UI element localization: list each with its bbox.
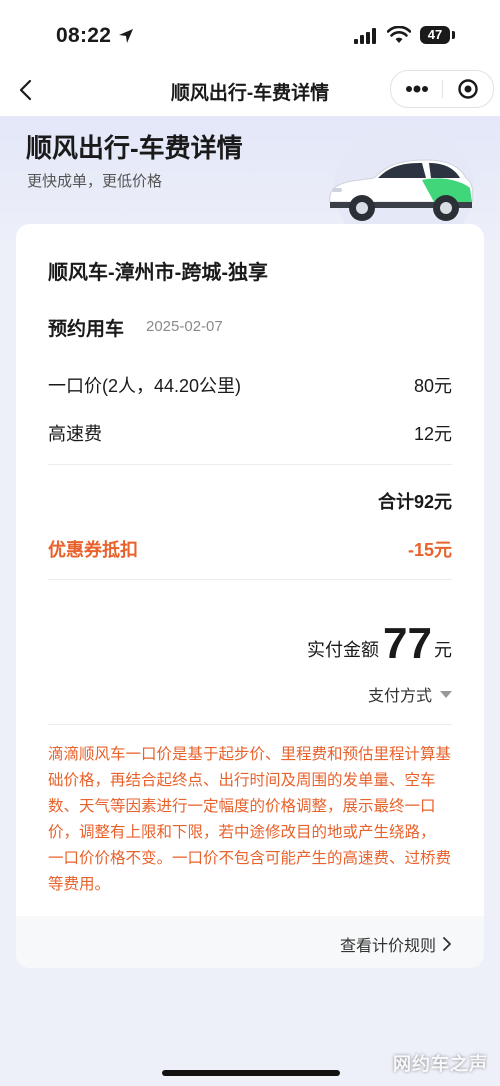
divider <box>48 724 452 725</box>
booking-date: 2025-02-07 <box>146 318 223 335</box>
paid-amount: 77 <box>383 619 432 668</box>
battery-icon: 47 <box>420 26 450 44</box>
pricing-notice: 滴滴顺风车一口价是基于起步价、里程费和预估里程计算基础价格，再结合起终点、出行时… <box>48 746 452 893</box>
fare-card: 顺风车-漳州市-跨城-独享 预约用车 2025-02-07 一口价(2人，44.… <box>16 224 484 968</box>
location-arrow-icon <box>119 29 133 43</box>
nav-bar: 顺风出行-车费详情 <box>0 64 500 116</box>
booking-type: 预约用车 <box>48 319 125 340</box>
divider <box>48 464 452 465</box>
paid-amount-row: 实付金额 77 元 <box>307 616 452 666</box>
status-time: 08:22 <box>56 24 112 47</box>
page-subtitle: 更快成单，更低价格 <box>27 173 163 190</box>
chevron-right-icon <box>443 937 451 951</box>
fee-label-toll: 高速费 <box>48 424 102 444</box>
rules-bar: 查看计价规则 <box>16 916 484 968</box>
battery-tip <box>452 31 455 39</box>
paid-unit: 元 <box>434 640 452 660</box>
more-icon[interactable] <box>405 82 429 96</box>
coupon-label: 优惠券抵扣 <box>48 540 138 560</box>
car-illustration <box>329 159 474 221</box>
pricing-rules-label: 查看计价规则 <box>339 938 436 955</box>
coupon-value: -15元 <box>407 540 452 560</box>
fee-value-fixed-price: 80元 <box>413 376 452 396</box>
signal-icon <box>354 28 376 44</box>
target-icon[interactable] <box>457 78 479 100</box>
capsule-divider <box>442 80 443 98</box>
paid-label: 实付金额 <box>307 640 380 660</box>
payment-method-toggle[interactable]: 支付方式 <box>368 682 452 706</box>
payment-method-label: 支付方式 <box>367 688 432 705</box>
mini-program-capsule <box>390 70 494 108</box>
divider <box>48 579 452 580</box>
fee-label-fixed-price: 一口价(2人，44.20公里) <box>48 376 242 396</box>
trip-title: 顺风车-漳州市-跨城-独享 <box>48 262 268 284</box>
home-indicator[interactable] <box>162 1070 340 1076</box>
fee-value-toll: 12元 <box>413 424 452 444</box>
page-title: 顺风出行-车费详情 <box>26 133 243 163</box>
caret-down-icon <box>440 690 452 698</box>
watermark: 网约车之声 <box>393 1054 488 1074</box>
status-bar: 08:22 47 <box>0 0 500 64</box>
total-amount: 合计92元 <box>377 492 452 512</box>
pricing-rules-link[interactable]: 查看计价规则 <box>340 932 452 956</box>
wifi-icon <box>387 26 411 43</box>
